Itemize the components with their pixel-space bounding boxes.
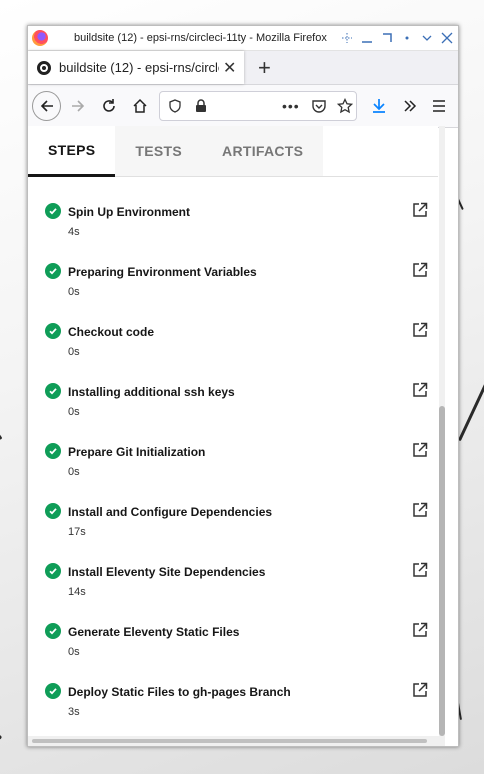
external-link-icon[interactable] [412, 502, 428, 518]
back-button[interactable] [32, 91, 62, 121]
tracking-shield-icon[interactable] [164, 95, 186, 117]
step-name: Preparing Environment Variables [68, 265, 257, 279]
external-link-icon[interactable] [412, 442, 428, 458]
horizontal-scrollbar[interactable] [28, 736, 445, 746]
step-duration: 0s [68, 466, 80, 478]
hamburger-menu-button[interactable] [425, 91, 454, 121]
step-row[interactable]: Spin Up Environment 4s [28, 191, 438, 251]
external-link-icon[interactable] [412, 382, 428, 398]
shade-icon[interactable] [400, 31, 414, 45]
success-check-icon [45, 623, 61, 639]
job-tabs: STEPS TESTS ARTIFACTS [28, 126, 438, 177]
step-row[interactable]: Installing additional ssh keys 0s [28, 371, 438, 431]
step-name: Generate Eleventy Static Files [68, 625, 240, 639]
steps-list: Spin Up Environment 4s Preparing Environme… [28, 191, 438, 731]
tab-artifacts[interactable]: ARTIFACTS [202, 126, 323, 176]
horizontal-scrollbar-thumb[interactable] [32, 739, 427, 743]
navigation-toolbar: ••• [28, 85, 458, 128]
step-name: Installing additional ssh keys [68, 385, 235, 399]
external-link-icon[interactable] [412, 262, 428, 278]
circleci-favicon-icon [37, 60, 51, 75]
step-row[interactable]: Preparing Environment Variables 0s [28, 251, 438, 311]
step-name: Deploy Static Files to gh-pages Branch [68, 685, 291, 699]
success-check-icon [45, 263, 61, 279]
new-tab-button[interactable]: + [258, 55, 271, 81]
external-link-icon[interactable] [412, 202, 428, 218]
bookmark-star-icon[interactable] [334, 95, 356, 117]
success-check-icon [45, 683, 61, 699]
minimize-icon[interactable] [360, 31, 374, 45]
step-name: Prepare Git Initialization [68, 445, 206, 459]
step-row[interactable]: Prepare Git Initialization 0s [28, 431, 438, 491]
external-link-icon[interactable] [412, 562, 428, 578]
step-duration: 0s [68, 346, 80, 358]
pin-icon[interactable] [340, 31, 354, 45]
tab-close-button[interactable]: ✕ [223, 58, 236, 78]
step-row[interactable]: Checkout code 0s [28, 311, 438, 371]
vertical-scrollbar-thumb[interactable] [439, 406, 445, 736]
success-check-icon [45, 443, 61, 459]
step-duration: 0s [68, 646, 80, 658]
step-row[interactable]: Install Eleventy Site Dependencies 14s [28, 551, 438, 611]
url-bar[interactable]: ••• [158, 91, 357, 121]
browser-tab-title: buildsite (12) - epsi-rns/circleci-11ty [59, 60, 219, 75]
step-duration: 17s [68, 526, 86, 538]
step-row[interactable]: Deploy Static Files to gh-pages Branch 3s [28, 671, 438, 731]
external-link-icon[interactable] [412, 322, 428, 338]
step-duration: 0s [68, 406, 80, 418]
step-name: Checkout code [68, 325, 155, 339]
overflow-chevron-icon[interactable] [396, 91, 425, 121]
downloads-button[interactable] [365, 91, 394, 121]
maximize-icon[interactable] [380, 31, 394, 45]
step-duration: 0s [68, 286, 80, 298]
page-content: STEPS TESTS ARTIFACTS Spin Up Environment 4… [28, 126, 438, 736]
step-name: Install Eleventy Site Dependencies [68, 565, 266, 579]
pocket-icon[interactable] [308, 95, 330, 117]
external-link-icon[interactable] [412, 682, 428, 698]
tab-tests[interactable]: TESTS [115, 126, 202, 176]
window-title: buildsite (12) - epsi-rns/circleci-11ty … [74, 32, 327, 44]
reload-button[interactable] [94, 91, 123, 121]
step-name: Spin Up Environment [68, 205, 191, 219]
chevron-down-icon[interactable] [420, 31, 434, 45]
forward-button[interactable] [63, 91, 92, 121]
tab-strip: buildsite (12) - epsi-rns/circleci-11ty … [28, 51, 458, 85]
tab-steps[interactable]: STEPS [28, 126, 116, 177]
success-check-icon [45, 563, 61, 579]
home-button[interactable] [125, 91, 154, 121]
success-check-icon [45, 383, 61, 399]
success-check-icon [45, 323, 61, 339]
close-window-icon[interactable] [440, 31, 454, 45]
lock-icon[interactable] [190, 95, 212, 117]
step-row[interactable]: Generate Eleventy Static Files 0s [28, 611, 438, 671]
firefox-logo-icon [32, 30, 48, 46]
title-bar: buildsite (12) - epsi-rns/circleci-11ty … [28, 26, 458, 51]
step-duration: 4s [68, 226, 80, 238]
step-name: Install and Configure Dependencies [68, 505, 273, 519]
step-duration: 3s [68, 706, 80, 718]
success-check-icon [45, 503, 61, 519]
step-duration: 14s [68, 586, 86, 598]
external-link-icon[interactable] [412, 622, 428, 638]
step-row[interactable]: Install and Configure Dependencies 17s [28, 491, 438, 551]
browser-tab[interactable]: buildsite (12) - epsi-rns/circleci-11ty … [28, 51, 244, 84]
success-check-icon [45, 203, 61, 219]
page-actions-button[interactable]: ••• [282, 98, 300, 114]
firefox-window: buildsite (12) - epsi-rns/circleci-11ty … [27, 25, 459, 747]
vertical-scrollbar[interactable] [439, 126, 445, 736]
